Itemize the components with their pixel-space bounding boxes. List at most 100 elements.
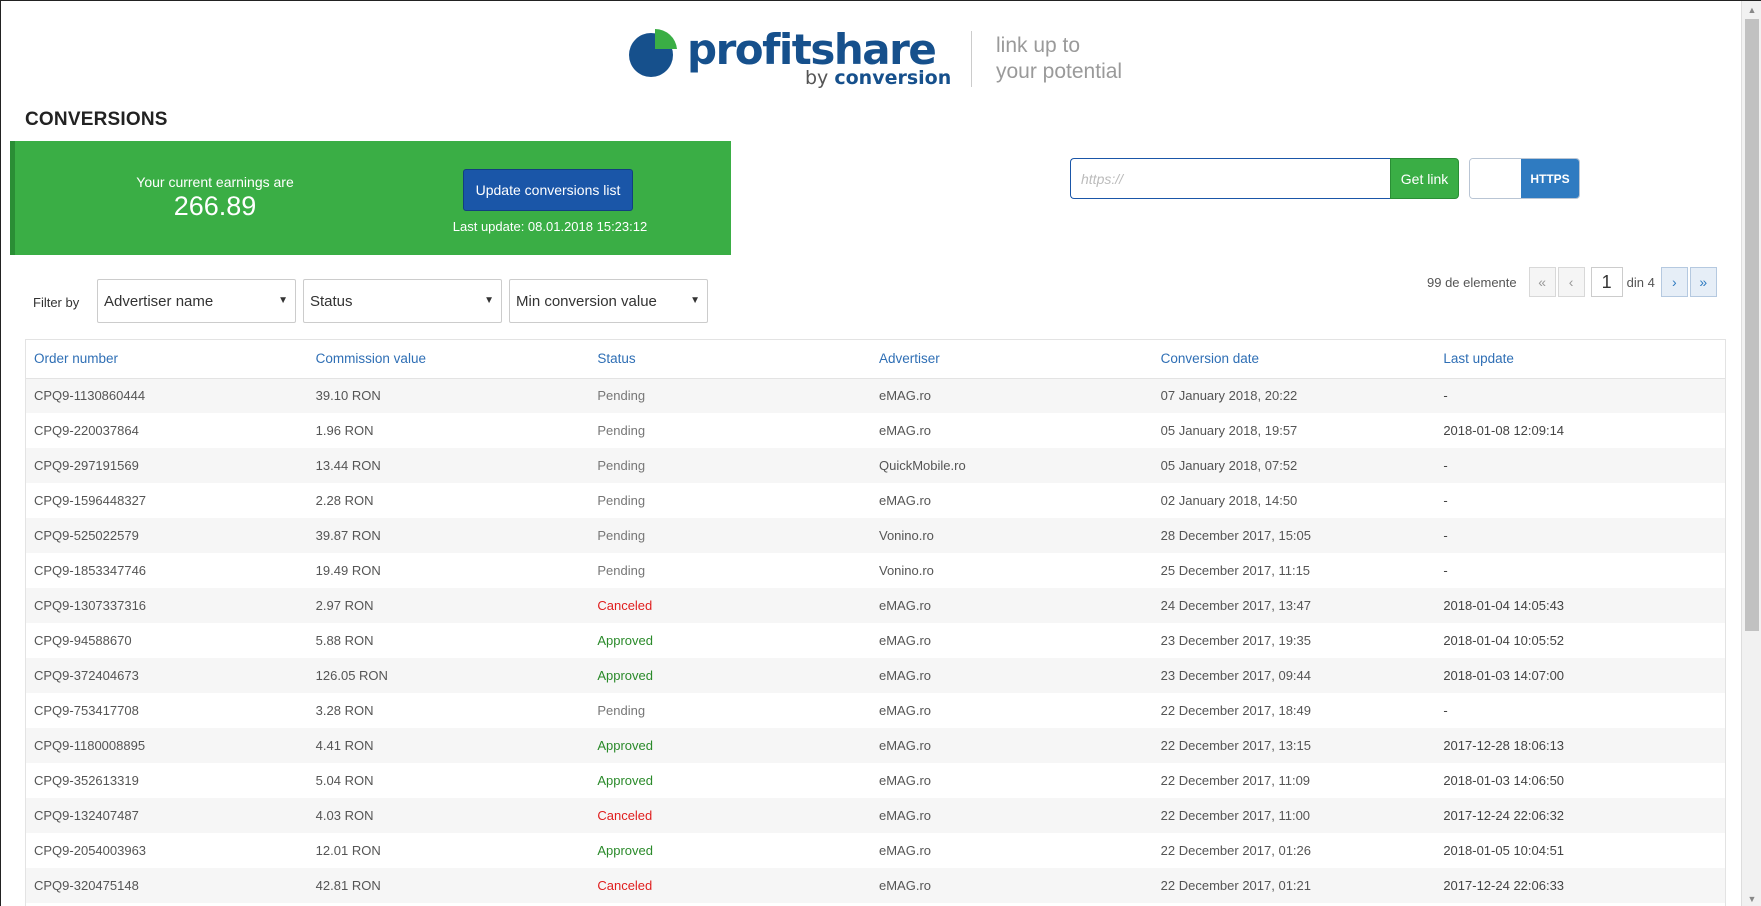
advertiser-cell: Vonino.ro [870, 518, 1153, 553]
earnings-panel: Your current earnings are 266.89 Update … [10, 141, 731, 255]
status-cell: Approved [589, 658, 871, 693]
item-count: 99 de elemente [1427, 274, 1517, 290]
status-cell: Pending [597, 703, 646, 718]
caret-down-icon: ▼ [278, 295, 288, 306]
advertiser-cell: QuickMobile.ro [870, 448, 1153, 483]
advertiser-cell: eMAG.ro [878, 493, 931, 508]
last-update-cell: - [1435, 518, 1725, 553]
conversion-date-cell: 25 December 2017, 11:15 [1160, 563, 1311, 578]
min-value-select[interactable]: Min conversion value ▼ [509, 279, 708, 323]
page-total: din 4 [1626, 274, 1655, 290]
vertical-scrollbar[interactable]: ▲ ▼ [1741, 1, 1761, 906]
table-header-row: Order number Commission value Status Adv… [26, 340, 1725, 379]
url-input[interactable] [1070, 158, 1390, 199]
status-select-value: Status [310, 292, 353, 310]
order-number-cell: CPQ9-220037864 [34, 423, 139, 438]
commission-cell: 2.97 RON [307, 588, 590, 623]
table-row[interactable]: CPQ9-1307337316 2.97 RON Canceled eMAG.ro 24… [26, 588, 1725, 623]
table-row[interactable]: CPQ9-1130860444 39.10 RON Pending eMAG.ro 07… [26, 378, 1725, 413]
advertiser-cell: eMAG.ro [878, 703, 931, 718]
last-update-cell: 2017-12-28 18:06:13 [1435, 728, 1725, 763]
conversion-date-cell: 22 December 2017, 11:00 [1152, 798, 1436, 833]
table-row[interactable]: CPQ9-1853347746 19.49 RON Pending Vonino.ro… [26, 553, 1725, 588]
table-row[interactable]: CPQ9-297191569 13.44 RON Pending QuickMobil… [26, 448, 1725, 483]
table-row[interactable]: CPQ9-94588670 5.88 RON Approved eMAG.ro 23 D… [26, 623, 1725, 658]
advertiser-cell: eMAG.ro [870, 378, 1153, 413]
scroll-down-icon[interactable]: ▼ [1742, 890, 1761, 906]
table-row[interactable]: CPQ9-753417708 3.28 RON Pending eMAG.ro 22 D… [26, 693, 1725, 728]
advertiser-cell: eMAG.ro [878, 843, 931, 858]
table-row[interactable]: CPQ9-372404673 126.05 RON Approved eMAG.ro 2… [26, 658, 1725, 693]
commission-cell: 4.41 RON [307, 728, 590, 763]
col-advertiser[interactable]: Advertiser [870, 340, 1153, 379]
scrollbar-thumb[interactable] [1745, 19, 1759, 631]
order-number-cell: CPQ9-352613319 [34, 773, 139, 788]
commission-cell: 39.10 RON [307, 378, 590, 413]
order-number-cell: CPQ9-1853347746 [34, 563, 147, 578]
status-cell: Approved [597, 843, 653, 858]
table-row[interactable]: CPQ9-132407487 4.03 RON Canceled eMAG.ro 22 … [26, 798, 1725, 833]
page-number-input[interactable] [1590, 267, 1623, 297]
table-row[interactable]: CPQ9-2054003963 12.01 RON Approved eMAG.ro 2… [26, 833, 1725, 868]
https-toggle[interactable]: HTTPS [1469, 158, 1580, 199]
order-number-cell: CPQ9-1180008895 [26, 728, 308, 763]
status-cell: Pending [589, 378, 871, 413]
status-cell: Pending [597, 423, 646, 438]
order-number-cell: CPQ9-525022579 [26, 518, 308, 553]
last-page-button[interactable]: » [1689, 267, 1717, 297]
advertiser-cell: Vonino.ro [878, 563, 934, 578]
order-number-cell: CPQ9-297191569 [26, 448, 308, 483]
conversion-date-cell: 28 December 2017, 15:05 [1152, 518, 1436, 553]
advertiser-cell: eMAG.ro [870, 728, 1153, 763]
prev-page-button[interactable]: ‹ [1557, 267, 1585, 297]
update-conversions-button[interactable]: Update conversions list [463, 169, 633, 211]
commission-cell: 39.87 RON [307, 518, 590, 553]
logo-by-name: conversion [834, 67, 952, 89]
table-row[interactable]: CPQ9-1596448327 2.28 RON Pending eMAG.ro 02 … [26, 483, 1725, 518]
order-number-cell: CPQ9-1596448327 [34, 493, 147, 508]
advertiser-cell: eMAG.ro [870, 658, 1153, 693]
next-page-button[interactable]: › [1660, 267, 1688, 297]
tagline-line2: your potential [996, 60, 1123, 83]
commission-cell: 126.05 RON [307, 658, 590, 693]
conversion-date-cell: 22 December 2017, 13:15 [1152, 728, 1436, 763]
commission-cell: 3.28 RON [315, 703, 374, 718]
last-update-cell: 2018-01-05 10:04:51 [1443, 843, 1565, 858]
order-number-cell: CPQ9-1130860444 [26, 378, 308, 413]
first-page-button[interactable]: « [1528, 267, 1556, 297]
col-status[interactable]: Status [589, 340, 871, 379]
order-number-cell: CPQ9-753417708 [34, 703, 139, 718]
table-row[interactable]: CPQ9-220037864 1.96 RON Pending eMAG.ro 05 J… [26, 413, 1725, 448]
table-row[interactable]: CPQ9-525022579 39.87 RON Pending Vonino.ro 2… [26, 518, 1725, 553]
caret-down-icon: ▼ [690, 295, 700, 306]
advertiser-cell: eMAG.ro [878, 633, 931, 648]
toggle-https-label[interactable]: HTTPS [1521, 159, 1579, 198]
scroll-up-icon[interactable]: ▲ [1742, 1, 1761, 18]
pagination: 99 de elemente « ‹ din 4 › » [1427, 267, 1719, 297]
profitshare-logo[interactable]: profitshare by conversion [625, 25, 955, 89]
conversion-date-cell: 23 December 2017, 09:44 [1152, 658, 1436, 693]
last-update-cell: 2017-12-24 22:06:32 [1435, 798, 1725, 833]
table-row[interactable]: CPQ9-320475148 42.81 RON Canceled eMAG.ro 22… [26, 868, 1725, 903]
col-order-number[interactable]: Order number [26, 340, 308, 379]
col-commission-value[interactable]: Commission value [307, 340, 590, 379]
col-last-update[interactable]: Last update [1435, 340, 1725, 379]
tagline-line1: link up to [996, 34, 1081, 57]
get-link-button[interactable]: Get link [1390, 158, 1459, 199]
earnings-value: 266.89 [173, 191, 257, 221]
status-cell: Approved [597, 633, 653, 648]
caret-down-icon: ▼ [484, 295, 494, 306]
advertiser-cell: eMAG.ro [870, 588, 1153, 623]
col-conversion-date[interactable]: Conversion date [1152, 340, 1436, 379]
table-row[interactable]: CPQ9-352613319 5.04 RON Approved eMAG.ro 22 … [26, 763, 1725, 798]
filter-label: Filter by [33, 295, 80, 310]
table-row[interactable]: CPQ9-1180008895 4.41 RON Approved eMAG.ro 22… [26, 728, 1725, 763]
order-number-cell: CPQ9-132407487 [26, 798, 308, 833]
toggle-off-side[interactable] [1470, 159, 1521, 198]
advertiser-select[interactable]: Advertiser name ▼ [97, 279, 296, 323]
last-update-cell: - [1443, 563, 1448, 578]
status-select[interactable]: Status ▼ [303, 279, 502, 323]
advertiser-cell: eMAG.ro [870, 798, 1153, 833]
last-update-cell: - [1443, 493, 1448, 508]
conversion-date-cell: 05 January 2018, 07:52 [1152, 448, 1436, 483]
